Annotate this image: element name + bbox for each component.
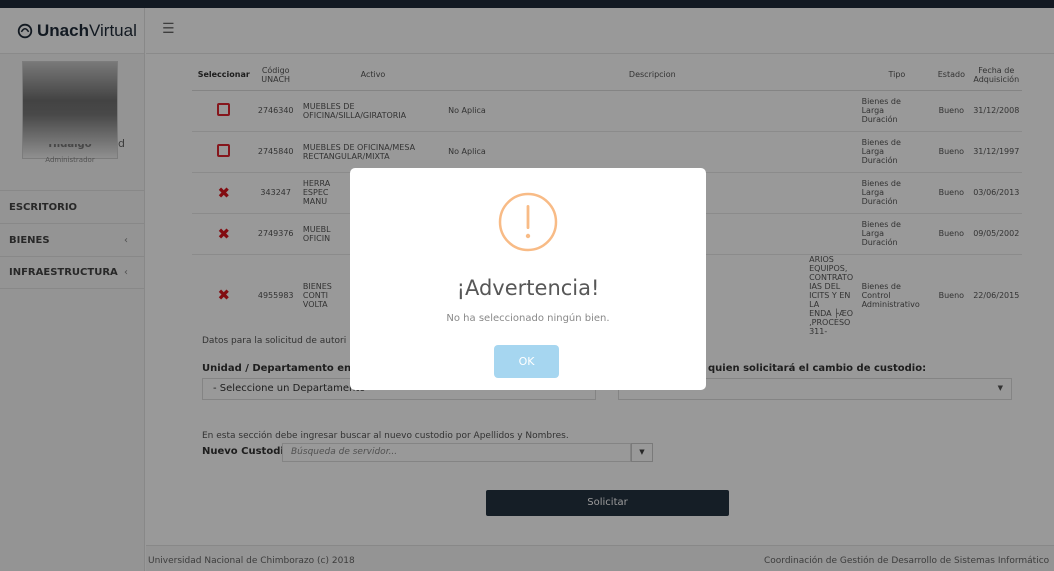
warning-dialog: ¡Advertencia! No ha seleccionado ningún … — [350, 168, 706, 390]
dialog-title: ¡Advertencia! — [456, 276, 600, 300]
dialog-message: No ha seleccionado ningún bien. — [446, 313, 610, 324]
warning-icon — [498, 192, 558, 252]
ok-button[interactable]: OK — [494, 345, 559, 378]
